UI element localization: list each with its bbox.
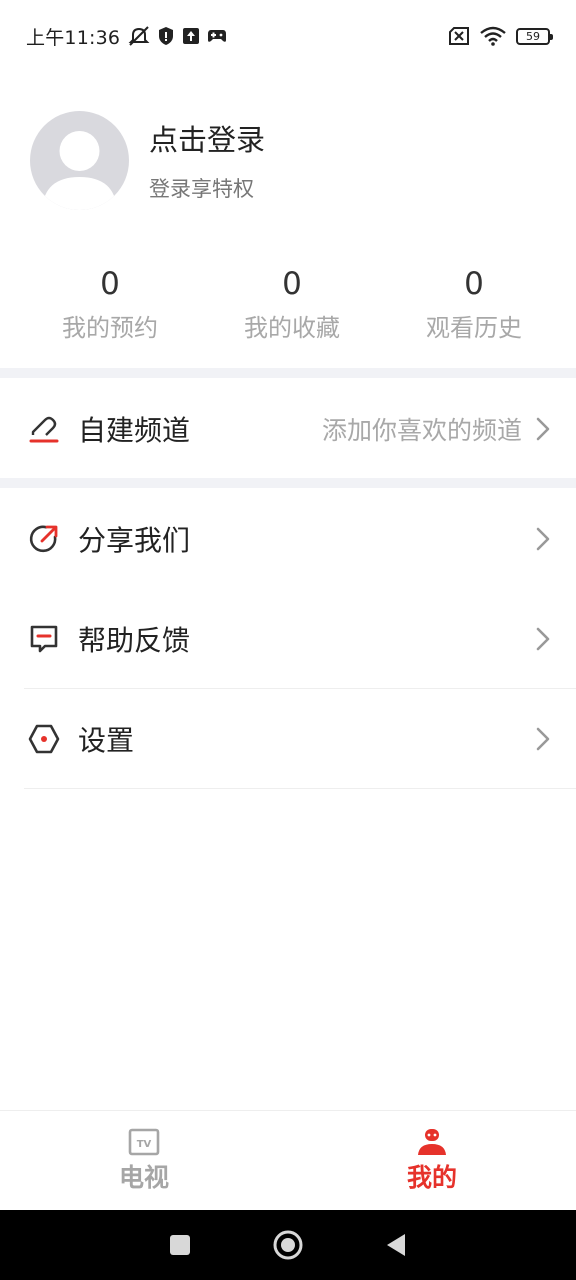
screen: 上午11:36 59 点击登录 登录享特权 0 我的预约 0 我的收藏 0 观看… xyxy=(0,0,576,1280)
back-icon[interactable] xyxy=(384,1232,408,1258)
gamepad-icon xyxy=(208,30,227,42)
stat-favorites[interactable]: 0 我的收藏 xyxy=(201,262,383,352)
share-label: 分享我们 xyxy=(78,524,191,557)
muted-bell-icon xyxy=(128,26,150,46)
upload-icon xyxy=(183,28,200,44)
svg-text:TV: TV xyxy=(137,1139,152,1150)
help-feedback-label: 帮助反馈 xyxy=(78,624,191,657)
stat-value: 0 xyxy=(100,266,120,302)
chevron-right-icon xyxy=(534,416,552,442)
home-icon[interactable] xyxy=(272,1229,304,1261)
settings-row[interactable]: 设置 xyxy=(0,689,576,789)
stats-row: 0 我的预约 0 我的收藏 0 观看历史 xyxy=(0,262,576,352)
share-row[interactable]: 分享我们 xyxy=(0,489,576,589)
stat-value: 0 xyxy=(282,266,302,302)
stat-reservations[interactable]: 0 我的预约 xyxy=(19,262,201,352)
stat-label: 观看历史 xyxy=(426,314,522,342)
share-icon xyxy=(27,522,61,556)
sim-off-icon xyxy=(449,27,469,45)
section-separator xyxy=(0,478,576,488)
custom-channel-label: 自建频道 xyxy=(78,414,191,447)
custom-channel-row[interactable]: 自建频道 添加你喜欢的频道 xyxy=(0,379,576,479)
recent-apps-icon[interactable] xyxy=(168,1233,192,1257)
battery-indicator: 59 xyxy=(516,27,553,45)
custom-channel-icon xyxy=(27,412,61,446)
status-bar: 上午11:36 59 xyxy=(0,0,576,72)
status-left: 上午11:36 xyxy=(26,23,227,50)
login-title[interactable]: 点击登录 xyxy=(149,117,265,159)
stat-label: 我的预约 xyxy=(62,314,158,342)
default-avatar-icon xyxy=(42,130,117,210)
status-right: 59 xyxy=(448,26,553,46)
settings-label: 设置 xyxy=(78,724,135,757)
custom-channel-hint: 添加你喜欢的频道 xyxy=(321,416,522,445)
feedback-icon xyxy=(27,622,61,656)
status-icons xyxy=(128,25,227,47)
bottom-nav: TV 电视 我的 xyxy=(0,1110,576,1210)
chevron-right-icon xyxy=(534,726,552,752)
login-subtitle: 登录享特权 xyxy=(149,177,254,201)
wifi-icon xyxy=(480,26,506,46)
chevron-right-icon xyxy=(534,626,552,652)
stat-label: 我的收藏 xyxy=(244,314,340,342)
shield-icon xyxy=(159,27,174,45)
row-divider xyxy=(24,788,576,789)
status-time: 上午11:36 xyxy=(26,26,121,49)
system-nav-bar xyxy=(0,1210,576,1280)
nav-mine-label: 我的 xyxy=(406,1162,457,1192)
stat-history[interactable]: 0 观看历史 xyxy=(383,262,565,352)
nav-tv-label: 电视 xyxy=(118,1162,169,1192)
profile-text: 点击登录 登录享特权 xyxy=(149,117,265,203)
nav-tab-tv[interactable]: TV 电视 xyxy=(0,1111,288,1210)
battery-level: 59 xyxy=(526,29,540,43)
section-separator xyxy=(0,368,576,378)
stat-value: 0 xyxy=(464,266,484,302)
chevron-right-icon xyxy=(534,526,552,552)
settings-icon xyxy=(27,722,61,756)
nav-tab-mine[interactable]: 我的 xyxy=(288,1111,576,1210)
profile-header[interactable]: 点击登录 登录享特权 xyxy=(0,100,576,220)
tv-icon: TV xyxy=(128,1128,160,1155)
help-feedback-row[interactable]: 帮助反馈 xyxy=(0,589,576,689)
avatar[interactable] xyxy=(30,110,129,210)
user-icon xyxy=(418,1128,446,1155)
